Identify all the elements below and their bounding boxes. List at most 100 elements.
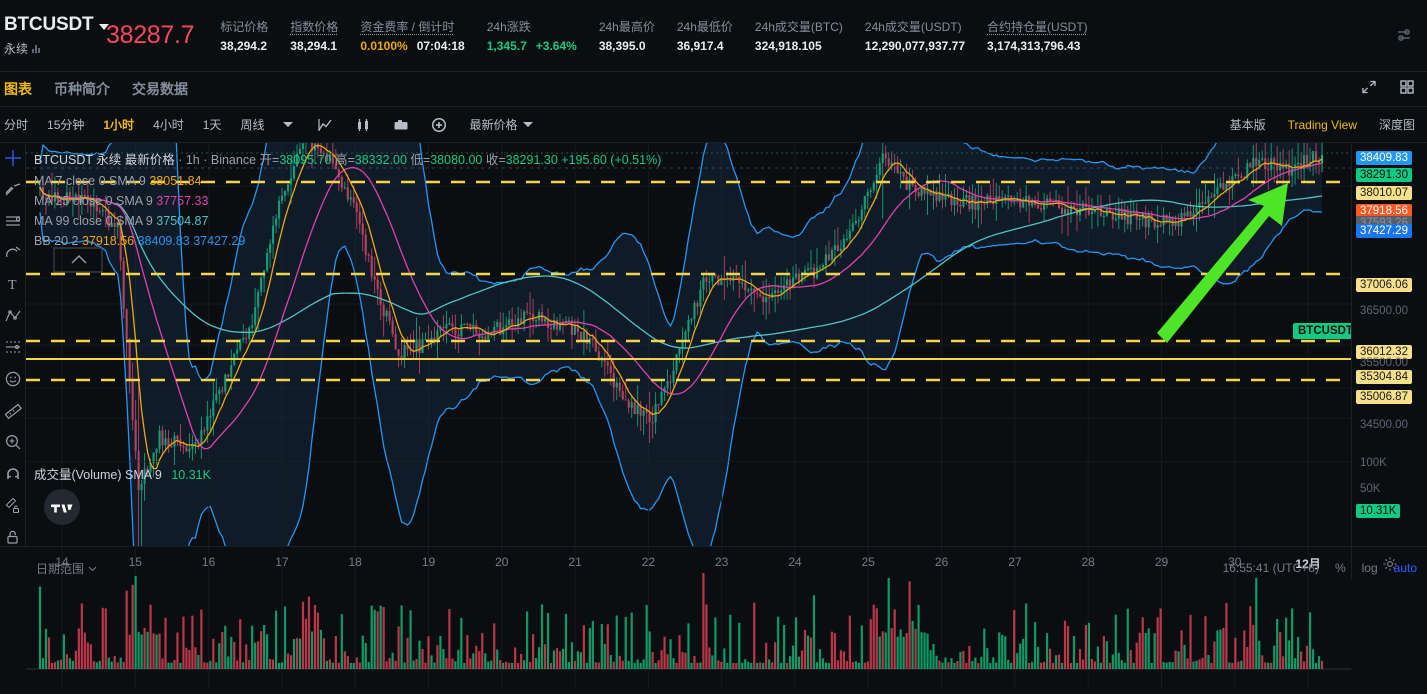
tradingview-logo <box>44 489 80 525</box>
magnet-icon[interactable] <box>3 464 23 483</box>
header-settings-button[interactable] <box>1391 22 1417 48</box>
market-header: BTCUSDT 永续 38287.7 标记价格 38,294.2 指数价格 38,29… <box>0 0 1427 72</box>
stat-value: 38,294.2 <box>220 39 267 53</box>
view-Trading-View[interactable]: Trading View <box>1288 118 1357 132</box>
stat-value: 0.0100% <box>360 39 407 53</box>
lock-icon[interactable] <box>3 527 23 546</box>
contract-type-label: 永续 <box>4 40 28 57</box>
chart-toolbar: 分时 15分钟 1小时 4小时 1天 周线 最新价格 基本版 Trading View 深度图 <box>0 107 1427 143</box>
volume-legend-label: 成交量(Volume) SMA 9 <box>34 468 162 482</box>
price-tag-symbol: BTCUSDT <box>1293 323 1351 339</box>
stat-value: 324,918.105 <box>755 39 822 53</box>
stat-label: 24h成交量(USDT) <box>865 18 965 35</box>
timeframe-分时[interactable]: 分时 <box>4 116 28 133</box>
indicators-icon[interactable] <box>355 117 371 133</box>
date-range-label: 日期范围 <box>36 560 84 577</box>
pitchfork-icon[interactable] <box>3 307 23 326</box>
price-axis-label-0: 38409.83 <box>1356 151 1412 165</box>
camera-icon[interactable] <box>393 117 409 133</box>
price-axis-label-2: 38010.07 <box>1356 186 1412 200</box>
grid-layout-icon[interactable] <box>1399 79 1415 100</box>
stat-8: 合约持仓量(USDT) 3,174,313,796.43 <box>987 18 1110 53</box>
view-深度图[interactable]: 深度图 <box>1379 116 1415 133</box>
price-axis-label-11: 35006.87 <box>1356 390 1412 404</box>
stat-label: 合约持仓量(USDT) <box>987 18 1088 35</box>
price-axis-label-1: 38291.30 <box>1356 168 1412 182</box>
stat-0: 标记价格 38,294.2 <box>220 18 290 53</box>
stat-6: 24h成交量(BTC) 324,918.105 <box>755 18 865 53</box>
stat-label: 标记价格 <box>220 18 268 35</box>
zoom-in-icon[interactable] <box>3 433 23 452</box>
tab-币种简介[interactable]: 币种简介 <box>54 79 110 99</box>
tab-图表[interactable]: 图表 <box>4 79 32 99</box>
stat-value: 38,395.0 <box>599 39 646 53</box>
timeframe-1小时[interactable]: 1小时 <box>103 116 134 133</box>
view-基本版[interactable]: 基本版 <box>1230 116 1266 133</box>
stat-value: 3,174,313,796.43 <box>987 39 1080 53</box>
chart-mini-icon <box>32 44 40 53</box>
price-axis-label-5: 37427.29 <box>1356 224 1412 238</box>
tab-icon-group <box>1361 79 1415 100</box>
stat-label: 指数价格 <box>290 18 338 35</box>
trendline-icon[interactable] <box>3 181 23 200</box>
stat-label: 24h成交量(BTC) <box>755 18 843 35</box>
stat-value: 1,345.7 <box>487 39 527 53</box>
price-axis-label-12: 34500.00 <box>1356 418 1412 432</box>
volume-legend-value: 10.31K <box>171 468 211 482</box>
stat-label: 24h最高价 <box>599 18 655 35</box>
price-axis-label-6: 37006.06 <box>1356 278 1412 292</box>
stat-3: 24h涨跌 1,345.7 +3.64% <box>487 18 599 53</box>
timeframe-周线[interactable]: 周线 <box>240 116 264 133</box>
market-stats: 标记价格 38,294.2 指数价格 38,294.1 资金费率 / 倒计时0.0100… <box>220 18 1109 53</box>
add-icon[interactable] <box>431 117 447 133</box>
chart-footer: 日期范围 16:55:41 (UTC+8) % log auto <box>0 556 1427 580</box>
symbol-block[interactable]: BTCUSDT 永续 <box>0 14 96 57</box>
timeframe-4小时[interactable]: 4小时 <box>153 116 184 133</box>
log-scale-button[interactable]: log <box>1362 561 1378 575</box>
date-range-button[interactable]: 日期范围 <box>36 560 97 577</box>
stat-1: 指数价格 38,294.1 <box>290 18 360 53</box>
price-axis-label-9: 35500.00 <box>1356 356 1412 370</box>
stat-value-2: +3.64% <box>536 39 577 53</box>
stat-2: 资金费率 / 倒计时0.0100%07:04:18 <box>360 18 486 53</box>
emoji-icon[interactable] <box>3 370 23 389</box>
stat-7: 24h成交量(USDT) 12,290,077,937.77 <box>865 18 987 53</box>
auto-scale-button[interactable]: auto <box>1394 561 1417 575</box>
stat-value: 12,290,077,937.77 <box>865 39 965 53</box>
chevron-down-icon[interactable] <box>523 122 533 127</box>
svg-text:T: T <box>8 278 17 293</box>
price-axis-label-7: 36500.00 <box>1356 304 1412 318</box>
stat-value: 38,294.1 <box>290 39 337 53</box>
stat-value: 36,917.4 <box>677 39 724 53</box>
price-axis-label-10: 35304.84 <box>1356 370 1412 384</box>
chart-timestamp: 16:55:41 (UTC+8) <box>1223 561 1319 575</box>
expand-icon[interactable] <box>1361 79 1377 100</box>
chevron-down-icon[interactable] <box>283 122 293 127</box>
percent-scale-button[interactable]: % <box>1335 561 1346 575</box>
tab-交易数据[interactable]: 交易数据 <box>132 79 188 99</box>
chart-container: T BTCUSDT 永续 最新价格 · 1h · Binance 开=38095… <box>0 143 1427 546</box>
price-axis-label-13: 100K <box>1356 456 1391 470</box>
stat-4: 24h最高价 38,395.0 <box>599 18 677 53</box>
crosshair-icon[interactable] <box>3 149 23 168</box>
price-axis[interactable]: 38409.8338291.3038010.0737918.5637593.26… <box>1351 143 1427 546</box>
timeframe-15分钟[interactable]: 15分钟 <box>47 116 84 133</box>
text-icon[interactable]: T <box>3 275 23 294</box>
last-price: 38287.7 <box>106 21 194 50</box>
volume-legend: 成交量(Volume) SMA 9 10.31K <box>34 464 211 483</box>
arc-icon[interactable] <box>3 244 23 263</box>
symbol-name[interactable]: BTCUSDT <box>4 14 93 36</box>
stat-5: 24h最低价 36,917.4 <box>677 18 755 53</box>
chevron-down-icon <box>88 564 97 573</box>
stat-label: 24h最低价 <box>677 18 733 35</box>
pencil-lock-icon[interactable] <box>3 496 23 515</box>
ruler-icon[interactable] <box>3 401 23 420</box>
drawing-toolbar: T <box>0 143 26 546</box>
horizontal-lines-icon[interactable] <box>3 212 23 231</box>
chart-type-icon[interactable] <box>317 117 333 133</box>
timeframe-1天[interactable]: 1天 <box>203 116 222 133</box>
stat-label: 24h涨跌 <box>487 18 577 35</box>
section-tabs: 图表 币种简介 交易数据 <box>0 72 1427 107</box>
fib-retracement-icon[interactable] <box>3 338 23 357</box>
price-mode-selector[interactable]: 最新价格 <box>469 116 517 133</box>
